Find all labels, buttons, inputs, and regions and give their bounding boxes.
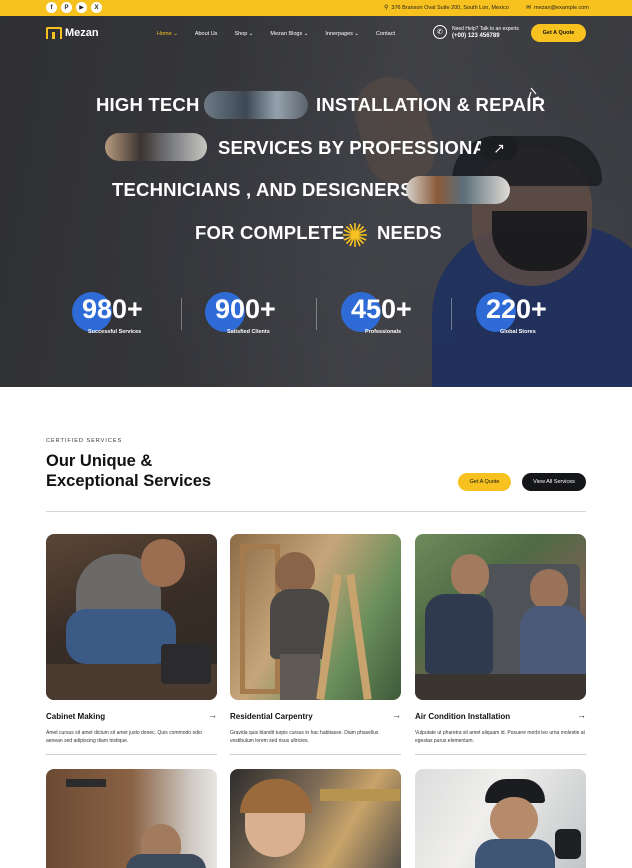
logo-text: Mezan bbox=[65, 27, 99, 39]
hero-inline-image-3 bbox=[406, 176, 510, 204]
stat-divider bbox=[181, 298, 182, 330]
service-card-description: Vulputate ut pharetra sit amet aliquam i… bbox=[415, 730, 585, 744]
stat-label: Satisfied Clients bbox=[227, 329, 270, 335]
section-title-line-2: Exceptional Services bbox=[46, 472, 212, 490]
sun-icon bbox=[343, 223, 367, 247]
hero-arrow-button[interactable]: ↗ bbox=[480, 136, 518, 160]
stat-global-stores: 220+ Global Stores bbox=[476, 292, 586, 338]
logo[interactable]: Mezan bbox=[46, 27, 99, 39]
services-quote-button[interactable]: Get A Quote bbox=[458, 473, 511, 491]
service-card-title[interactable]: Residential Carpentry bbox=[230, 712, 313, 721]
service-card-air-condition[interactable]: Air Condition Installation → Vulputate u… bbox=[415, 534, 586, 759]
nav-contact[interactable]: Contact bbox=[376, 31, 395, 37]
hero-line-4a: FOR COMPLETE bbox=[195, 222, 345, 243]
arrow-right-icon[interactable]: → bbox=[577, 710, 586, 720]
service-card-photo bbox=[46, 534, 217, 700]
pinterest-icon[interactable]: P bbox=[61, 2, 72, 13]
location-pin-icon: ⚲ bbox=[384, 5, 389, 11]
help-contact[interactable]: ✆ Need Help? Talk to an experts (+00) 12… bbox=[433, 25, 519, 39]
stat-label: Global Stores bbox=[500, 329, 536, 335]
service-card-photo-row2-2[interactable] bbox=[230, 769, 401, 868]
stat-label: Professionals bbox=[365, 329, 402, 335]
service-card-photo bbox=[415, 534, 586, 700]
service-card-photo-row2-3[interactable] bbox=[415, 769, 586, 868]
card-divider bbox=[230, 754, 401, 755]
nav-home[interactable]: Home ⌄ bbox=[157, 31, 178, 37]
stat-value: 450+ bbox=[351, 294, 412, 324]
hero-line-2: SERVICES BY PROFESSIONAL bbox=[218, 137, 498, 158]
service-card-residential-carpentry[interactable]: Residential Carpentry → Gravida quis bla… bbox=[230, 534, 401, 759]
stat-value: 900+ bbox=[215, 294, 276, 324]
stat-value: 980+ bbox=[82, 294, 143, 324]
stat-label: Successful Services bbox=[88, 329, 142, 335]
email-text[interactable]: mezan@example.com bbox=[534, 5, 589, 11]
divider bbox=[46, 511, 586, 512]
service-card-cabinet-making[interactable]: Cabinet Making → Amet cursus sit amet di… bbox=[46, 534, 217, 759]
hero-inline-image-1 bbox=[204, 91, 308, 119]
hero-line-3: TECHNICIANS , AND DESIGNERS bbox=[112, 179, 413, 200]
nav-shop[interactable]: Shop ⌄ bbox=[234, 31, 253, 37]
section-title: Our Unique & Exceptional Services bbox=[46, 451, 246, 491]
youtube-icon[interactable]: ▶ bbox=[76, 2, 87, 13]
header-quote-button[interactable]: Get A Quote bbox=[531, 24, 586, 42]
nav-about[interactable]: About Us bbox=[195, 31, 218, 37]
service-card-photo-row2-1[interactable] bbox=[46, 769, 217, 868]
main-nav: Home ⌄ About Us Shop ⌄ Mezan Blogs ⌄ Inn… bbox=[157, 31, 395, 37]
service-card-title[interactable]: Cabinet Making bbox=[46, 712, 105, 721]
arrow-up-right-icon: ↗ bbox=[493, 139, 505, 156]
service-card-description: Gravida quis blandit turpis cursus in ha… bbox=[230, 730, 379, 744]
stat-successful-services: 980+ Successful Services bbox=[72, 292, 182, 338]
service-card-title[interactable]: Air Condition Installation bbox=[415, 712, 510, 721]
address-info: ⚲ 376 Branson Oval Suite 200, South Lon,… bbox=[384, 4, 509, 12]
house-logo-icon bbox=[46, 27, 62, 39]
email-info[interactable]: ✉ mezan@example.com bbox=[526, 4, 589, 12]
view-all-services-button[interactable]: View All Services bbox=[522, 473, 586, 491]
hero-line-4b: NEEDS bbox=[377, 222, 442, 243]
stat-divider bbox=[451, 298, 452, 330]
section-title-line-1: Our Unique & bbox=[46, 452, 153, 470]
service-card-photo bbox=[230, 534, 401, 700]
stat-satisfied-clients: 900+ Satisfied Clients bbox=[205, 292, 315, 338]
hero-line-1b: INSTALLATION & REPAIR bbox=[316, 94, 546, 115]
facebook-icon[interactable]: f bbox=[46, 2, 57, 13]
arrow-right-icon[interactable]: → bbox=[208, 710, 217, 720]
stat-professionals: 450+ Professionals bbox=[341, 292, 451, 338]
sparkle-icon bbox=[528, 87, 540, 100]
help-phone[interactable]: (+00) 123 456789 bbox=[452, 33, 519, 39]
service-card-description: Amet cursus sit amet dictum sit amet jus… bbox=[46, 730, 202, 744]
top-bar: f P ▶ X ⚲ 376 Branson Oval Suite 200, So… bbox=[0, 0, 632, 16]
mail-icon: ✉ bbox=[526, 5, 532, 11]
address-text: 376 Branson Oval Suite 200, South Lon, M… bbox=[391, 4, 509, 11]
social-links: f P ▶ X bbox=[46, 2, 102, 13]
x-icon[interactable]: X bbox=[91, 2, 102, 13]
hero-inline-image-2 bbox=[105, 133, 207, 161]
card-divider bbox=[415, 754, 586, 755]
stat-value: 220+ bbox=[486, 294, 547, 324]
nav-innerpages[interactable]: Innerpages ⌄ bbox=[325, 31, 359, 37]
nav-blogs[interactable]: Mezan Blogs ⌄ bbox=[270, 31, 308, 37]
arrow-right-icon[interactable]: → bbox=[392, 710, 401, 720]
section-eyebrow: CERTIFIED SERVICES bbox=[46, 438, 123, 444]
stat-divider bbox=[316, 298, 317, 330]
hero-line-1a: HIGH TECH bbox=[96, 94, 200, 115]
card-divider bbox=[46, 754, 217, 755]
phone-icon: ✆ bbox=[433, 25, 447, 39]
help-label: Need Help? Talk to an experts bbox=[452, 25, 519, 32]
